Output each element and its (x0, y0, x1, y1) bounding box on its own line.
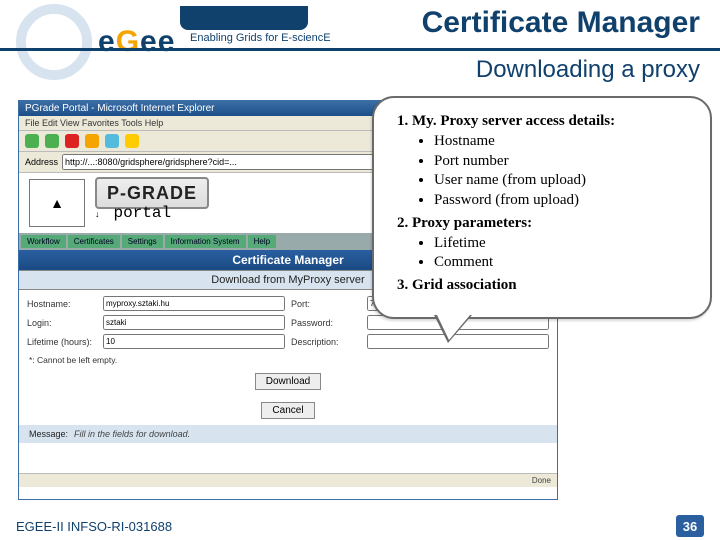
slide-number: 36 (676, 515, 704, 537)
callout-item-1-c: User name (from upload) (434, 171, 694, 190)
tab-settings[interactable]: Settings (122, 235, 163, 248)
favorites-icon[interactable] (125, 134, 139, 148)
callout-tail-icon (434, 315, 472, 343)
browser-statusbar: Done (19, 473, 557, 487)
home-icon[interactable] (85, 134, 99, 148)
tab-certificates[interactable]: Certificates (68, 235, 120, 248)
tab-help[interactable]: Help (248, 235, 276, 248)
footer: EGEE-II INFSO-RI-031688 36 (0, 512, 720, 540)
login-input[interactable] (103, 315, 285, 330)
callout-item-2-b: Comment (434, 253, 694, 272)
portal-word: portal (114, 204, 172, 222)
address-label: Address (25, 157, 58, 167)
port-label: Port: (291, 299, 361, 309)
hostname-label: Hostname: (27, 299, 97, 309)
hostname-input[interactable] (103, 296, 285, 311)
status-text: Done (532, 476, 551, 485)
callout-item-3: Grid association (412, 276, 694, 295)
callout-item-1-title: My. Proxy server access details: (412, 113, 615, 129)
download-button[interactable]: Download (255, 373, 321, 390)
slide-title: Certificate Manager (422, 6, 700, 40)
tab-workflow[interactable]: Workflow (21, 235, 66, 248)
form-buttons-2: Cancel (19, 396, 557, 425)
logo-text: eGee (98, 25, 175, 59)
pgrade-shield-icon: ▲ (29, 179, 85, 227)
message-value: Fill in the fields for download. (74, 429, 190, 439)
footer-left: EGEE-II INFSO-RI-031688 (16, 519, 172, 534)
header-rule (0, 48, 720, 51)
tab-information-system[interactable]: Information System (165, 235, 246, 248)
callout-item-3-title: Grid association (412, 277, 517, 293)
form-buttons: Download (19, 367, 557, 396)
callout-item-2-title: Proxy parameters: (412, 215, 532, 231)
instructions-callout: My. Proxy server access details: Hostnam… (372, 96, 712, 319)
login-label: Login: (27, 318, 97, 328)
stop-icon[interactable] (65, 134, 79, 148)
callout-item-1-a: Hostname (434, 132, 694, 151)
callout-item-1-d: Password (from upload) (434, 191, 694, 210)
logo-g: G (116, 25, 140, 58)
search-icon[interactable] (105, 134, 119, 148)
description-label: Description: (291, 337, 361, 347)
password-label: Password: (291, 318, 361, 328)
title-pill-container (180, 6, 308, 35)
lifetime-label: Lifetime (hours): (27, 337, 97, 347)
slide-subtitle: Downloading a proxy (476, 56, 700, 84)
lifetime-input[interactable] (103, 334, 285, 349)
message-row: Message: Fill in the fields for download… (19, 425, 557, 443)
title-pill (180, 6, 308, 30)
logo-e1: e (98, 25, 116, 58)
forward-icon[interactable] (45, 134, 59, 148)
tagline: Enabling Grids for E-sciencE (190, 32, 331, 44)
egee-logo: eGee (16, 4, 175, 80)
portal-arrow-icon: ↓ (95, 209, 109, 223)
message-label: Message: (29, 429, 68, 439)
cancel-button[interactable]: Cancel (261, 402, 314, 419)
callout-item-2-a: Lifetime (434, 234, 694, 253)
browser-title-text: PGrade Portal - Microsoft Internet Explo… (25, 103, 215, 114)
logo-circle-icon (16, 4, 92, 80)
callout-item-2: Proxy parameters: Lifetime Comment (412, 214, 694, 272)
logo-e2: ee (140, 25, 175, 58)
callout-item-1-b: Port number (434, 152, 694, 171)
callout-item-1: My. Proxy server access details: Hostnam… (412, 112, 694, 210)
back-icon[interactable] (25, 134, 39, 148)
required-hint: *: Cannot be left empty. (19, 355, 557, 367)
